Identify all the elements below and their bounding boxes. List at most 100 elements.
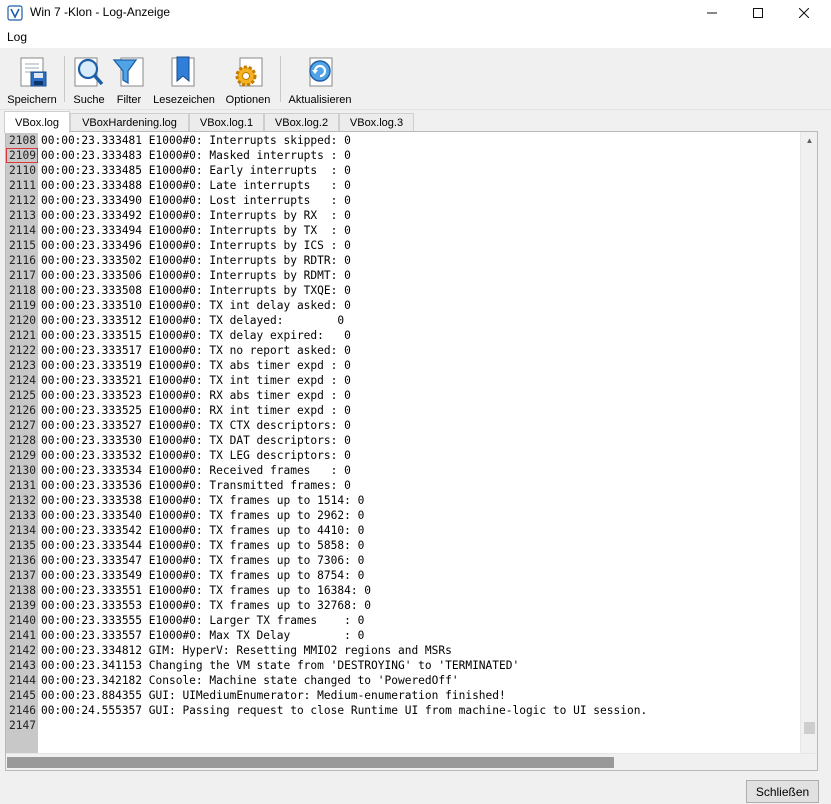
tab-vbox-log-2[interactable]: VBox.log.2 [264, 113, 339, 132]
maximize-icon [753, 8, 763, 18]
line-number: 2129 [9, 449, 36, 462]
tab-vboxhardening-log[interactable]: VBoxHardening.log [70, 113, 189, 132]
log-line: 2121 00:00:23.333515 E1000#0: TX delay ex… [6, 328, 801, 343]
vertical-scroll-thumb[interactable] [804, 722, 815, 734]
log-line: 2131 00:00:23.333536 E1000#0: Transmitted… [6, 478, 801, 493]
log-line-text: 00:00:23.333510 E1000#0: TX int delay as… [41, 299, 351, 312]
log-line-text: 00:00:23.884355 GUI: UIMediumEnumerator:… [41, 689, 506, 702]
line-number: 2123 [9, 359, 36, 372]
bookmark-button[interactable]: Lesezeichen [151, 54, 217, 106]
log-line-text: 00:00:23.333496 E1000#0: Interrupts by I… [41, 239, 351, 252]
save-icon [20, 57, 47, 87]
toolbar-separator [64, 56, 65, 102]
tab-vbox-log-1[interactable]: VBox.log.1 [189, 113, 264, 132]
horizontal-scrollbar[interactable] [6, 753, 817, 770]
dialog-footer [0, 772, 831, 804]
log-line-text: 00:00:23.333521 E1000#0: TX int timer ex… [41, 374, 351, 387]
log-line: 2125 00:00:23.333523 E1000#0: RX abs time… [6, 388, 801, 403]
log-line: 2117 00:00:23.333506 E1000#0: Interrupts … [6, 268, 801, 283]
search-button[interactable]: Suche [70, 54, 108, 106]
minimize-button[interactable] [689, 0, 735, 26]
log-line: 2138 00:00:23.333551 E1000#0: TX frames u… [6, 583, 801, 598]
tab-vbox-log[interactable]: VBox.log [4, 111, 70, 133]
filter-label: Filter [116, 94, 142, 106]
log-line-text: 00:00:23.333483 E1000#0: Masked interrup… [41, 149, 351, 162]
log-line-text: 00:00:23.333551 E1000#0: TX frames up to… [41, 584, 372, 597]
toolbar: Speichern Suche Filter Lesezeichen Optio… [0, 48, 831, 110]
line-number: 2137 [9, 569, 36, 582]
log-line: 2144 00:00:23.342182 Console: Machine sta… [6, 673, 801, 688]
line-number: 2127 [9, 419, 36, 432]
log-line-text: 00:00:23.333527 E1000#0: TX CTX descript… [41, 419, 351, 432]
line-number: 2134 [9, 524, 36, 537]
log-line: 2114 00:00:23.333494 E1000#0: Interrupts … [6, 223, 801, 238]
log-line: 2140 00:00:23.333555 E1000#0: Larger TX f… [6, 613, 801, 628]
log-line: 2112 00:00:23.333490 E1000#0: Lost interr… [6, 193, 801, 208]
close-icon [799, 8, 809, 18]
log-line-text: 00:00:23.333492 E1000#0: Interrupts by R… [41, 209, 351, 222]
log-line-text: 00:00:23.333540 E1000#0: TX frames up to… [41, 509, 365, 522]
line-number: 2113 [9, 209, 36, 222]
refresh-button[interactable]: Aktualisieren [287, 54, 353, 106]
save-button[interactable]: Speichern [7, 54, 57, 106]
line-number: 2144 [9, 674, 36, 687]
close-window-button[interactable] [781, 0, 827, 26]
tab-vbox-log-3[interactable]: VBox.log.3 [339, 113, 414, 132]
line-number: 2111 [9, 179, 36, 192]
log-line: 2115 00:00:23.333496 E1000#0: Interrupts … [6, 238, 801, 253]
maximize-button[interactable] [735, 0, 781, 26]
log-line: 2124 00:00:23.333521 E1000#0: TX int time… [6, 373, 801, 388]
log-line: 2109 00:00:23.333483 E1000#0: Masked inte… [6, 148, 801, 163]
log-line-text: 00:00:23.333536 E1000#0: Transmitted fra… [41, 479, 351, 492]
log-line-text: 00:00:23.342182 Console: Machine state c… [41, 674, 459, 687]
log-line-text: 00:00:23.333481 E1000#0: Interrupts skip… [41, 134, 351, 147]
bookmark-icon [171, 56, 195, 87]
refresh-icon [309, 57, 333, 87]
line-number: 2108 [9, 134, 36, 147]
line-number: 2135 [9, 539, 36, 552]
options-button[interactable]: Optionen [223, 54, 273, 106]
log-line: 2145 00:00:23.884355 GUI: UIMediumEnumera… [6, 688, 801, 703]
line-number: 2124 [9, 374, 36, 387]
log-line-text: 00:00:23.333547 E1000#0: TX frames up to… [41, 554, 365, 567]
log-line-text: 00:00:23.333549 E1000#0: TX frames up to… [41, 569, 365, 582]
line-number: 2147 [9, 719, 36, 732]
line-number: 2146 [9, 704, 36, 717]
log-line: 2135 00:00:23.333544 E1000#0: TX frames u… [6, 538, 801, 553]
line-number: 2142 [9, 644, 36, 657]
log-line: 2120 00:00:23.333512 E1000#0: TX delayed:… [6, 313, 801, 328]
line-number: 2109 [6, 148, 38, 163]
log-line: 2139 00:00:23.333553 E1000#0: TX frames u… [6, 598, 801, 613]
log-line-text: 00:00:23.333494 E1000#0: Interrupts by T… [41, 224, 351, 237]
log-line-text: 00:00:23.333532 E1000#0: TX LEG descript… [41, 449, 351, 462]
menu-log[interactable]: Log [7, 30, 27, 44]
search-label: Suche [73, 94, 105, 106]
log-line-text: 00:00:23.341153 Changing the VM state fr… [41, 659, 520, 672]
log-line: 2141 00:00:23.333557 E1000#0: Max TX Dela… [6, 628, 801, 643]
line-number: 2118 [9, 284, 36, 297]
line-number: 2139 [9, 599, 36, 612]
log-line: 2108 00:00:23.333481 E1000#0: Interrupts … [6, 133, 801, 148]
log-line-text: 00:00:23.333512 E1000#0: TX delayed: 0 [41, 314, 345, 327]
log-line-text: 00:00:23.333542 E1000#0: TX frames up to… [41, 524, 365, 537]
vertical-scrollbar[interactable]: ▲ [800, 132, 817, 754]
scroll-up-icon[interactable]: ▲ [801, 132, 818, 149]
line-number: 2145 [9, 689, 36, 702]
horizontal-scroll-thumb[interactable] [7, 757, 614, 768]
line-number: 2114 [9, 224, 36, 237]
line-number: 2120 [9, 314, 36, 327]
filter-button[interactable]: Filter [111, 54, 147, 106]
line-number: 2140 [9, 614, 36, 627]
log-line: 2146 00:00:24.555357 GUI: Passing request… [6, 703, 801, 718]
menu-bar: Log [0, 26, 831, 48]
line-number: 2132 [9, 494, 36, 507]
options-label: Optionen [225, 94, 271, 106]
log-line-text: 00:00:23.333517 E1000#0: TX no report as… [41, 344, 351, 357]
toolbar-separator [280, 56, 281, 102]
refresh-label: Aktualisieren [288, 94, 352, 106]
log-text-area[interactable]: 2108 00:00:23.333481 E1000#0: Interrupts … [5, 131, 818, 771]
log-line: 2126 00:00:23.333525 E1000#0: RX int time… [6, 403, 801, 418]
log-line: 2136 00:00:23.333547 E1000#0: TX frames u… [6, 553, 801, 568]
log-line: 2142 00:00:23.334812 GIM: HyperV: Resetti… [6, 643, 801, 658]
close-button[interactable]: Schließen [746, 780, 819, 803]
